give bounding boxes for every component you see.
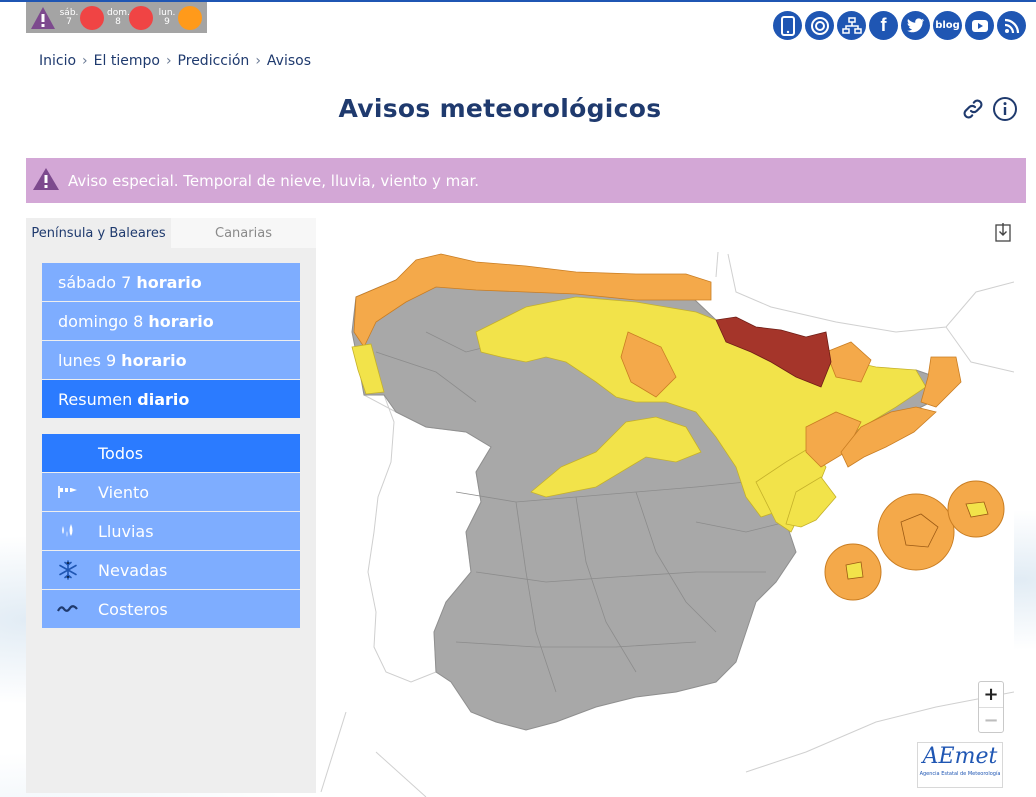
day-label: sábado 7 xyxy=(58,272,132,292)
filter-item-viento[interactable]: Viento xyxy=(42,473,300,511)
day-mode: horario xyxy=(136,272,202,292)
breadcrumb: Inicio › El tiempo › Predicción › Avisos xyxy=(39,53,311,69)
filter-panel: Península y Baleares Canarias sábado 7 ho… xyxy=(26,218,316,793)
day-label: lunes 9 xyxy=(58,350,117,370)
wave-icon xyxy=(57,599,79,619)
wind-icon xyxy=(57,482,79,502)
zoom-controls: + − xyxy=(978,681,1004,733)
filter-item-todos[interactable]: Todos xyxy=(42,434,300,472)
aemet-logo-text: AEmet xyxy=(922,744,998,769)
filter-label: Viento xyxy=(98,482,150,502)
warnings-map[interactable] xyxy=(316,252,1014,797)
day-item-resumen[interactable]: Resumen diario xyxy=(42,380,300,418)
social-links: f blog xyxy=(773,11,1026,40)
breadcrumb-separator: › xyxy=(165,53,172,69)
tab-canarias[interactable]: Canarias xyxy=(171,218,316,248)
day-item-domingo[interactable]: domingo 8 horario xyxy=(42,302,300,340)
snowflake-icon xyxy=(57,560,79,580)
sitemap-icon[interactable] xyxy=(837,11,866,40)
day-item-lunes[interactable]: lunes 9 horario xyxy=(42,341,300,379)
special-warning-text: Aviso especial. Temporal de nieve, lluvi… xyxy=(68,171,480,190)
breadcrumb-separator: › xyxy=(82,53,88,69)
mini-warning-dot xyxy=(129,5,153,30)
day-mode: horario xyxy=(121,350,187,370)
filter-label: Costeros xyxy=(98,599,168,619)
breadcrumb-item-el-tiempo[interactable]: El tiempo xyxy=(94,53,160,69)
map-svg xyxy=(320,252,1014,797)
mini-warning-dot xyxy=(178,5,202,30)
mini-day-label: lun. 9 xyxy=(158,7,176,27)
title-actions xyxy=(960,96,1018,122)
page-title: Avisos meteorológicos xyxy=(338,94,662,123)
globe-icon[interactable] xyxy=(805,11,834,40)
day-mode: horario xyxy=(148,311,214,331)
orange-coastal-catalonia xyxy=(920,356,962,408)
mobile-icon[interactable] xyxy=(773,11,802,40)
zoom-in-button[interactable]: + xyxy=(979,682,1003,707)
link-icon[interactable] xyxy=(960,96,986,122)
filter-label: Todos xyxy=(98,443,144,463)
facebook-icon[interactable]: f xyxy=(869,11,898,40)
warning-triangle-icon xyxy=(30,6,56,30)
filter-label: Nevadas xyxy=(98,560,168,580)
phenomenon-selector: Todos Viento Lluvias Nevadas Costeros xyxy=(42,434,300,629)
aemet-logo[interactable]: AEmet Agencia Estatal de Meteorología xyxy=(917,742,1003,788)
special-warning-banner[interactable]: Aviso especial. Temporal de nieve, lluvi… xyxy=(26,158,1026,203)
day-label: Resumen xyxy=(58,389,133,409)
aemet-logo-subtitle: Agencia Estatal de Meteorología xyxy=(919,771,1001,777)
mini-day-label: sáb. 7 xyxy=(59,7,79,27)
filter-label: Lluvias xyxy=(98,521,154,541)
breadcrumb-separator: › xyxy=(255,53,261,69)
twitter-icon[interactable] xyxy=(901,11,930,40)
download-icon[interactable] xyxy=(995,222,1013,242)
warning-summary-strip[interactable]: sáb. 7 dom. 8 lun. 9 xyxy=(26,2,207,33)
rain-icon xyxy=(57,521,79,541)
breadcrumb-item-avisos: Avisos xyxy=(266,53,312,69)
ibiza-island xyxy=(845,561,864,580)
zoom-out-button[interactable]: − xyxy=(979,707,1003,732)
breadcrumb-item-prediccion[interactable]: Predicción xyxy=(178,53,250,69)
filter-item-lluvias[interactable]: Lluvias xyxy=(42,512,300,550)
tab-peninsula-baleares[interactable]: Península y Baleares xyxy=(26,218,171,248)
day-item-sabado[interactable]: sábado 7 horario xyxy=(42,263,300,301)
breadcrumb-item-inicio[interactable]: Inicio xyxy=(39,53,76,69)
blog-icon[interactable]: blog xyxy=(933,11,962,40)
day-selector: sábado 7 horario domingo 8 horario lunes 9… xyxy=(42,263,300,419)
filter-item-costeros[interactable]: Costeros xyxy=(42,590,300,628)
info-icon[interactable] xyxy=(992,96,1018,122)
warning-triangle-icon xyxy=(32,167,60,195)
day-label: domingo 8 xyxy=(58,311,144,331)
mini-warning-dot xyxy=(80,5,104,30)
rss-icon[interactable] xyxy=(997,11,1026,40)
youtube-icon[interactable] xyxy=(965,11,994,40)
region-tabs: Península y Baleares Canarias xyxy=(26,218,316,248)
filter-item-nevadas[interactable]: Nevadas xyxy=(42,551,300,589)
mini-day-label: dom. 8 xyxy=(107,7,130,27)
day-mode: diario xyxy=(137,389,190,409)
